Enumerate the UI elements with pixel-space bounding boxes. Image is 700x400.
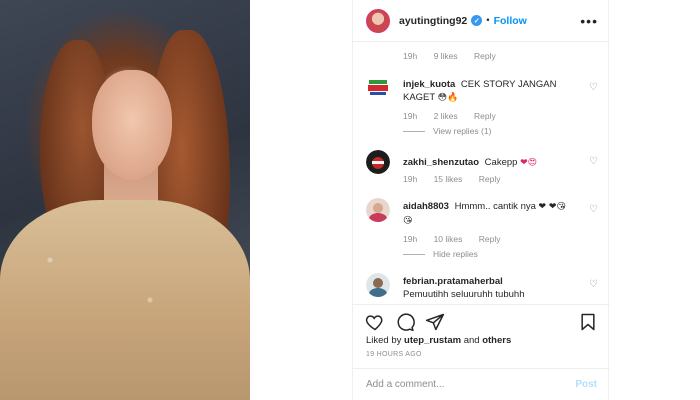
- post-timestamp[interactable]: 19 HOURS AGO: [366, 351, 422, 358]
- comment-reply-button[interactable]: Reply: [474, 51, 496, 61]
- replies-line: [403, 253, 425, 255]
- comment-username[interactable]: aidah8803: [403, 201, 449, 212]
- comment-meta: 19h 2 likes Reply: [403, 111, 510, 121]
- febrian-avatar-icon: [366, 273, 390, 297]
- verified-badge-icon: ✓: [471, 15, 483, 26]
- replies-toggle-label: Hide replies: [433, 249, 478, 259]
- liked-by-prefix: Liked by: [366, 335, 402, 346]
- comment-body: Hmmm.. cantik nya: [454, 201, 536, 212]
- commenter-avatar[interactable]: [366, 150, 390, 174]
- comment-likes[interactable]: 2 likes: [434, 111, 458, 121]
- comment-item: febrian.pratamaherbal Pemuutihh seluuruh…: [366, 273, 598, 303]
- like-comment-heart-icon[interactable]: ♡: [589, 279, 598, 290]
- injek-kuota-logo-icon: [366, 76, 390, 100]
- photo-dress: [0, 200, 250, 400]
- post-media-pane: [0, 0, 352, 400]
- comment-reply-button[interactable]: Reply: [474, 111, 496, 121]
- aidah-avatar-icon: [366, 198, 390, 222]
- commenter-avatar[interactable]: [366, 273, 390, 297]
- comment-body: Pemuutihh seluuruhh tubuhh: [403, 289, 525, 300]
- view-replies-button[interactable]: View replies (1): [403, 126, 491, 136]
- comment-emoji: ❤😍: [520, 158, 537, 168]
- comment-time: 19h: [403, 111, 418, 121]
- follow-button[interactable]: Follow: [494, 15, 527, 27]
- comment-item: aidah8803 Hmmm.. cantik nya ❤ ❤😘😘 ♡: [366, 198, 598, 238]
- comments-list[interactable]: 19h 9 likes Reply injek_kuota CEK STORY …: [353, 42, 610, 304]
- post-actions: [353, 304, 610, 336]
- more-options-icon[interactable]: •••: [580, 13, 598, 29]
- photo-face: [92, 70, 172, 180]
- like-comment-heart-icon[interactable]: ♡: [589, 82, 598, 93]
- post-sidebar: ayutingting92 ✓ • Follow ••• 19h 9 likes…: [352, 0, 610, 400]
- share-paper-plane-icon[interactable]: [425, 312, 445, 332]
- liked-by-user[interactable]: utep_rustam: [404, 335, 461, 346]
- comment-text: febrian.pratamaherbal Pemuutihh seluuruh…: [403, 275, 575, 301]
- replies-toggle-label: View replies (1): [433, 126, 492, 136]
- comment-text: aidah8803 Hmmm.. cantik nya ❤ ❤😘😘: [403, 200, 575, 228]
- commenter-avatar[interactable]: [366, 76, 390, 100]
- comment-likes[interactable]: 9 likes: [434, 51, 458, 61]
- comment-body: Cakepp: [484, 157, 518, 168]
- save-bookmark-icon[interactable]: [578, 312, 598, 332]
- comment-username[interactable]: zakhi_shenzutao: [403, 157, 479, 168]
- comment-time: 19h: [403, 174, 418, 184]
- comment-meta: 19h 10 likes Reply: [403, 234, 515, 244]
- comment-reply-button[interactable]: Reply: [479, 234, 501, 244]
- comment-likes[interactable]: 15 likes: [434, 174, 463, 184]
- like-comment-heart-icon[interactable]: ♡: [589, 156, 598, 167]
- author-avatar[interactable]: [366, 8, 390, 33]
- comment-time: 19h: [403, 234, 418, 244]
- comment-meta: 19h 9 likes Reply: [403, 51, 510, 61]
- post-photo[interactable]: [0, 0, 250, 400]
- comment-text: injek_kuota CEK STORY JANGAN KAGET 😳🔥: [403, 78, 575, 105]
- comment-emoji: 😳🔥: [437, 93, 459, 103]
- liked-by-others[interactable]: others: [482, 335, 511, 346]
- commenter-avatar[interactable]: [366, 198, 390, 222]
- comment-username[interactable]: febrian.pratamaherbal: [403, 276, 503, 287]
- comment-likes[interactable]: 10 likes: [434, 234, 463, 244]
- add-comment-input[interactable]: [366, 379, 576, 390]
- comment-bubble-icon[interactable]: [395, 312, 415, 332]
- comment-username[interactable]: injek_kuota: [403, 79, 455, 90]
- comment-text: zakhi_shenzutao Cakepp ❤😍: [403, 156, 575, 170]
- comment-reply-button[interactable]: Reply: [479, 174, 501, 184]
- hide-replies-button[interactable]: Hide replies: [403, 249, 478, 259]
- replies-line: [403, 130, 425, 132]
- zakhi-avatar-icon: [366, 150, 390, 174]
- author-username[interactable]: ayutingting92: [399, 15, 467, 27]
- liked-by-and: and: [463, 335, 480, 346]
- comment-meta: 19h 15 likes Reply: [403, 174, 515, 184]
- post-header: ayutingting92 ✓ • Follow •••: [353, 0, 610, 42]
- comment-time: 19h: [403, 51, 418, 61]
- liked-by-text: Liked by utep_rustam and others: [366, 335, 511, 346]
- header-separator: •: [486, 15, 490, 26]
- post-comment-button[interactable]: Post: [575, 379, 597, 390]
- like-comment-heart-icon[interactable]: ♡: [589, 204, 598, 215]
- like-heart-icon[interactable]: [365, 312, 385, 332]
- add-comment-bar: Post: [353, 368, 610, 400]
